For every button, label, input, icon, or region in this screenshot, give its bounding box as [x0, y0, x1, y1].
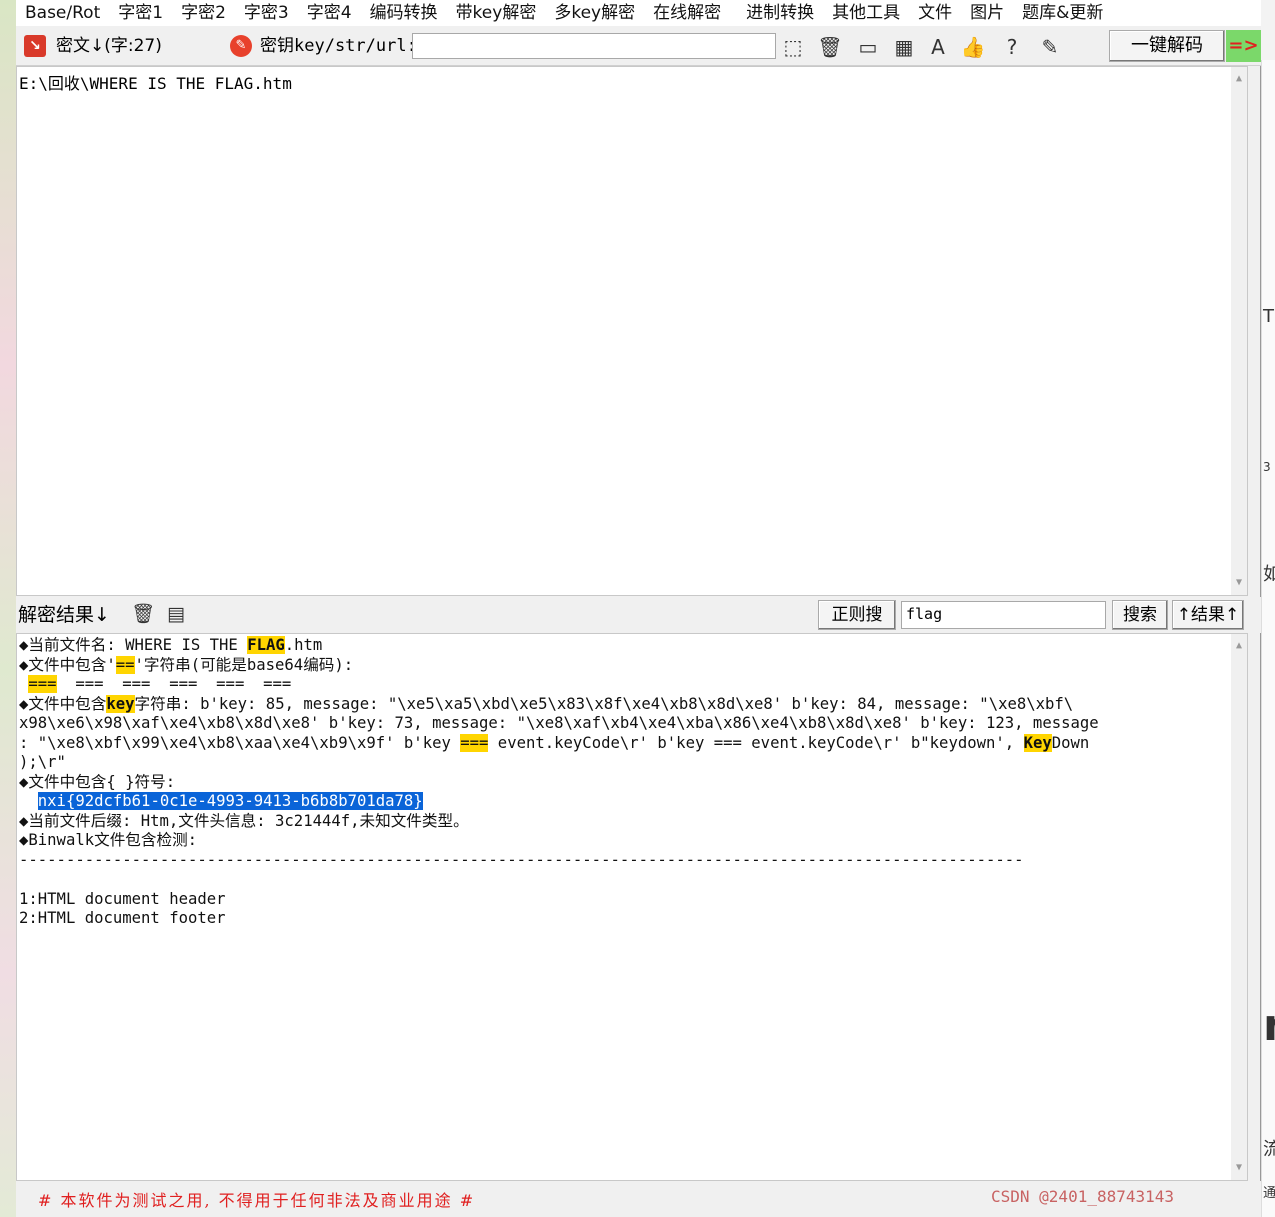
bg-text-1: T — [1263, 306, 1274, 327]
desktop-background-left — [0, 0, 16, 1217]
result-nav-button[interactable]: ↑结果↑ — [1172, 600, 1244, 630]
calculator-icon[interactable]: ▦ — [891, 34, 917, 60]
menu-update[interactable]: 题库&更新 — [1013, 1, 1112, 25]
app-window: Base/Rot 字密1 字密2 字密3 字密4 编码转换 带key解密 多ke… — [16, 0, 1261, 1217]
scroll-down-icon[interactable]: ▼ — [1231, 1160, 1247, 1176]
result-line: ◆当前文件后缀: Htm,文件头信息: 3c21444f,未知文件类型。 — [19, 811, 469, 830]
one-click-decode-button[interactable]: 一键解码 — [1109, 30, 1225, 62]
desktop-background-right: T 3 如 n 流 通 c — [1261, 60, 1275, 1217]
result-line: : "\xe8\xbf\x99\xe4\xb8\xaa\xe4\xb9\x9f'… — [19, 733, 1090, 752]
separator-line: ----------------------------------------… — [19, 850, 1024, 869]
result-line: ◆Binwalk文件包含检测: — [19, 831, 198, 849]
result-label: 解密结果↓ — [18, 604, 110, 626]
clear-result-icon[interactable]: 🗑 — [131, 602, 155, 626]
flag-selection: nxi{92dcfb61-0c1e-4993-9413-b6b8b701da78… — [37, 792, 423, 810]
search-button[interactable]: 搜索 — [1112, 600, 1168, 630]
menu-zimi-3[interactable]: 字密3 — [235, 1, 298, 25]
menu-zimi-4[interactable]: 字密4 — [298, 1, 361, 25]
menu-encoding[interactable]: 编码转换 — [361, 1, 447, 25]
trash-icon[interactable]: 🗑 — [817, 34, 843, 60]
bg-text-4: n — [1263, 1000, 1275, 1051]
result-line: 1:HTML document header — [19, 889, 226, 908]
scroll-up-icon[interactable]: ▲ — [1231, 638, 1247, 654]
result-line: ◆文件中包含{ }符号: — [19, 772, 176, 791]
help-icon[interactable]: ? — [999, 34, 1025, 60]
result-line: nxi{92dcfb61-0c1e-4993-9413-b6b8b701da78… — [19, 792, 1245, 812]
result-line: === === === === === === — [28, 675, 292, 693]
menu-online[interactable]: 在线解密 — [644, 1, 737, 25]
result-line: ◆文件中包含key字符串: b'key: 85, message: "\xe5\… — [19, 694, 1074, 713]
cipher-text: E:\回收\WHERE IS THE FLAG.htm — [19, 74, 292, 93]
cipher-text-icon[interactable]: ↘ — [24, 35, 46, 57]
bg-text-2: 3 — [1263, 460, 1271, 474]
result-line — [19, 870, 1245, 890]
watermark-text: CSDN @2401_88743143 — [991, 1187, 1175, 1206]
menu-key-decrypt[interactable]: 带key解密 — [447, 1, 546, 25]
regex-search-button[interactable]: 正则搜 — [818, 600, 896, 630]
menu-base-rot[interactable]: Base/Rot — [16, 1, 109, 25]
menu-multi-key[interactable]: 多key解密 — [545, 1, 644, 25]
result-line: 2:HTML document footer — [19, 909, 226, 927]
thumbs-up-icon[interactable]: 👍 — [960, 34, 986, 60]
menu-zimi-1[interactable]: 字密1 — [109, 1, 172, 25]
disclaimer-text: # 本软件为测试之用, 不得用于任何非法及商业用途 # — [38, 1191, 476, 1210]
key-input[interactable] — [412, 33, 776, 59]
font-icon[interactable]: A — [925, 34, 951, 60]
search-input[interactable]: flag — [901, 601, 1106, 629]
result-text-area[interactable]: ◆当前文件名: WHERE IS THE FLAG.htm ◆文件中包含'=='字… — [16, 633, 1248, 1181]
menu-other-tools[interactable]: 其他工具 — [823, 1, 909, 25]
menu-file[interactable]: 文件 — [909, 1, 961, 25]
menu-radix[interactable]: 进制转换 — [737, 1, 823, 25]
bg-text-5: 流 — [1263, 1135, 1275, 1161]
cursor-icon[interactable]: ⬚ — [780, 34, 806, 60]
result-scrollbar[interactable]: ▲ ▼ — [1231, 634, 1247, 1180]
bg-text-6: 通 — [1263, 1186, 1275, 1201]
menu-bar: Base/Rot 字密1 字密2 字密3 字密4 编码转换 带key解密 多ke… — [16, 0, 1261, 26]
result-line: ◆当前文件名: WHERE IS THE FLAG.htm — [19, 636, 323, 654]
result-line: x98\xe6\x98\xaf\xe4\xb8\x8d\xe8' b'key: … — [19, 714, 1099, 732]
edit-icon[interactable]: ✎ — [1037, 34, 1063, 60]
terminal-icon[interactable]: ▭ — [855, 34, 881, 60]
key-icon: ✎ — [230, 35, 252, 57]
copy-result-icon[interactable]: ▤ — [164, 602, 188, 626]
key-label: 密钥key/str/url: — [260, 36, 417, 56]
toolbar: ↘ 密文↓(字:27) ✎ 密钥key/str/url: ⬚ 🗑 ▭ ▦ A 👍… — [16, 26, 1261, 66]
menu-image[interactable]: 图片 — [961, 1, 1013, 25]
cipher-text-area[interactable]: E:\回收\WHERE IS THE FLAG.htm ▲ ▼ — [16, 66, 1248, 596]
scroll-up-icon[interactable]: ▲ — [1231, 71, 1247, 87]
footer: # 本软件为测试之用, 不得用于任何非法及商业用途 # CSDN @2401_8… — [16, 1181, 1261, 1217]
cipher-scrollbar[interactable]: ▲ ▼ — [1231, 67, 1247, 595]
scroll-down-icon[interactable]: ▼ — [1231, 575, 1247, 591]
result-line: );\r" — [19, 753, 66, 771]
menu-zimi-2[interactable]: 字密2 — [172, 1, 235, 25]
result-bar: 解密结果↓ 🗑 ▤ 正则搜 flag 搜索 ↑结果↑ — [16, 597, 1261, 633]
result-line: ◆文件中包含'=='字符串(可能是base64编码): — [19, 655, 354, 674]
cipher-label: 密文↓(字:27) — [56, 36, 162, 56]
arrow-button[interactable]: => — [1226, 30, 1261, 62]
bg-text-3: 如 — [1263, 560, 1275, 586]
